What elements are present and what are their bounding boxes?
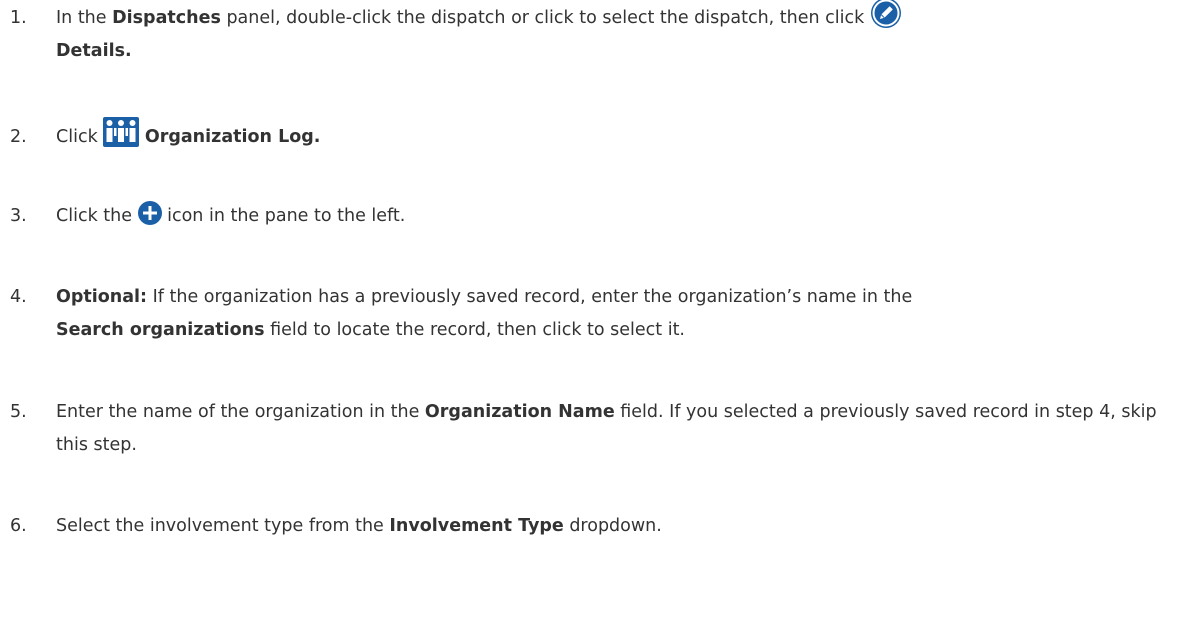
step-text: Enter the name of the organization in th…	[56, 402, 1157, 455]
step-number: 2.	[10, 127, 27, 147]
step-number: 4.	[10, 287, 27, 307]
step-text: Select the involvement type from the Inv…	[56, 516, 662, 536]
step-number: 3.	[10, 206, 27, 226]
pencil-edit-icon	[870, 0, 902, 29]
step-text: Click Organization Log.	[56, 117, 1190, 154]
search-organizations-ref: Search organizations	[56, 320, 265, 340]
step-number: 1.	[10, 8, 27, 28]
add-circle-icon	[137, 201, 162, 225]
details-ref: Details.	[56, 41, 132, 61]
instruction-list: 1. In the Dispatches panel, double-click…	[0, 0, 1199, 618]
step-number: 6.	[10, 516, 27, 536]
step-text: In the Dispatches panel, double-click th…	[56, 0, 1190, 68]
optional-label: Optional:	[56, 287, 148, 307]
step-text: Optional: If the organization has a prev…	[56, 287, 913, 340]
organization-log-icon	[103, 117, 140, 147]
organization-name-ref: Organization Name	[424, 402, 615, 422]
step-text: Click the icon in the pane to the left.	[56, 200, 1190, 233]
organization-log-ref: Organization Log.	[144, 127, 321, 147]
involvement-type-ref: Involvement Type	[389, 516, 564, 536]
dispatches-panel-ref: Dispatches	[112, 8, 221, 28]
step-number: 5.	[10, 402, 27, 422]
